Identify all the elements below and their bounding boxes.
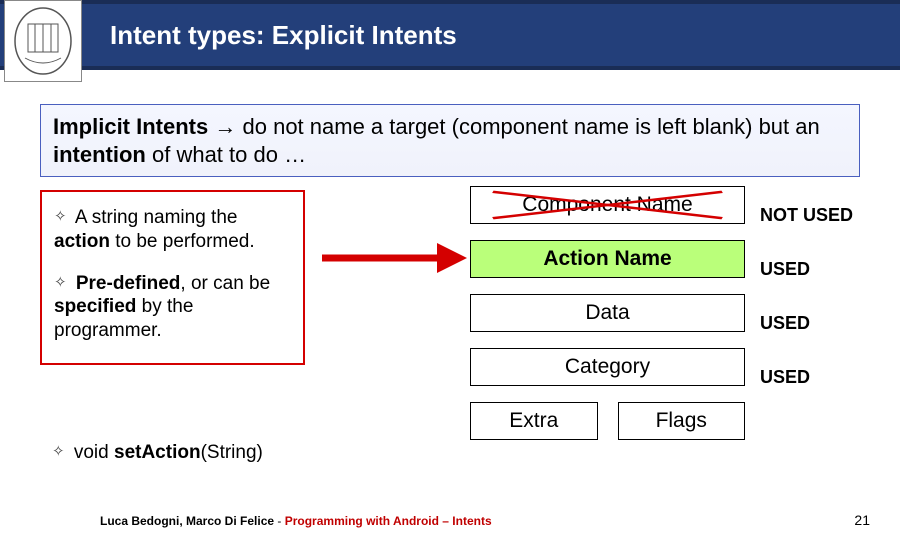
label-used: USED [760,296,853,350]
footer-course: Programming with Android – Intents [285,514,492,528]
red-arrow-icon [322,235,467,281]
block-data: Data [470,294,745,332]
label-used: USED [760,350,853,404]
block-flags: Flags [618,402,746,440]
bullet-item-2: ✧ Pre-defined, or can be specified by th… [54,272,291,343]
bullet-box: ✧ A string naming the action to be perfo… [40,190,305,365]
footer-authors: Luca Bedogni, Marco Di Felice [100,514,274,528]
block-component-name: Component Name [470,186,745,224]
intent-structure: Component Name Action Name Data Category… [470,186,745,440]
block-extra: Extra [470,402,598,440]
seal-icon [12,6,74,76]
intro-lead: Implicit Intents [53,114,208,139]
intro-box: Implicit Intents → do not name a target … [40,104,860,177]
block-label: Extra [509,409,558,432]
bullet-bold: setAction [114,442,201,463]
diamond-icon: ✧ [52,443,65,460]
content-area: ✧ A string naming the action to be perfo… [40,190,880,365]
university-seal-logo [4,0,82,82]
block-action-name: Action Name [470,240,745,278]
footer: Luca Bedogni, Marco Di Felice - Programm… [100,514,870,528]
bullet-text: void [74,442,114,463]
block-label: Flags [656,409,707,432]
diamond-icon: ✧ [54,274,67,291]
bullet-text: A string naming the [75,207,238,228]
title-bar: Intent types: Explicit Intents [0,0,900,70]
intro-bold: intention [53,142,146,167]
block-label: Data [585,301,629,324]
usage-labels: NOT USED USED USED USED [760,188,853,404]
bullet-text: , or can be [180,273,270,294]
page-number: 21 [854,512,870,528]
block-label: Category [565,355,650,378]
intro-text-1: do not name a target (component name is … [243,114,820,139]
block-label: Action Name [543,247,671,270]
label-used: USED [760,242,853,296]
bullet-bold: action [54,231,110,252]
bullet-text: (String) [201,442,263,463]
slide-title: Intent types: Explicit Intents [110,20,457,51]
intro-text-2: of what to do … [146,142,306,167]
bullet-bold: Pre-defined [76,273,181,294]
diamond-icon: ✧ [54,208,67,225]
label-not-used: NOT USED [760,188,853,242]
block-category: Category [470,348,745,386]
block-label: Component Name [522,193,692,216]
bullet-item-3: ✧ void setAction(String) [40,442,320,464]
block-pair-row: Extra Flags [470,402,745,440]
footer-sep: - [274,514,285,528]
arrow-icon: → [214,114,236,139]
bullet-item-1: ✧ A string naming the action to be perfo… [54,206,291,254]
bullet-bold: specified [54,296,136,317]
bullet-text: to be performed. [110,231,255,252]
